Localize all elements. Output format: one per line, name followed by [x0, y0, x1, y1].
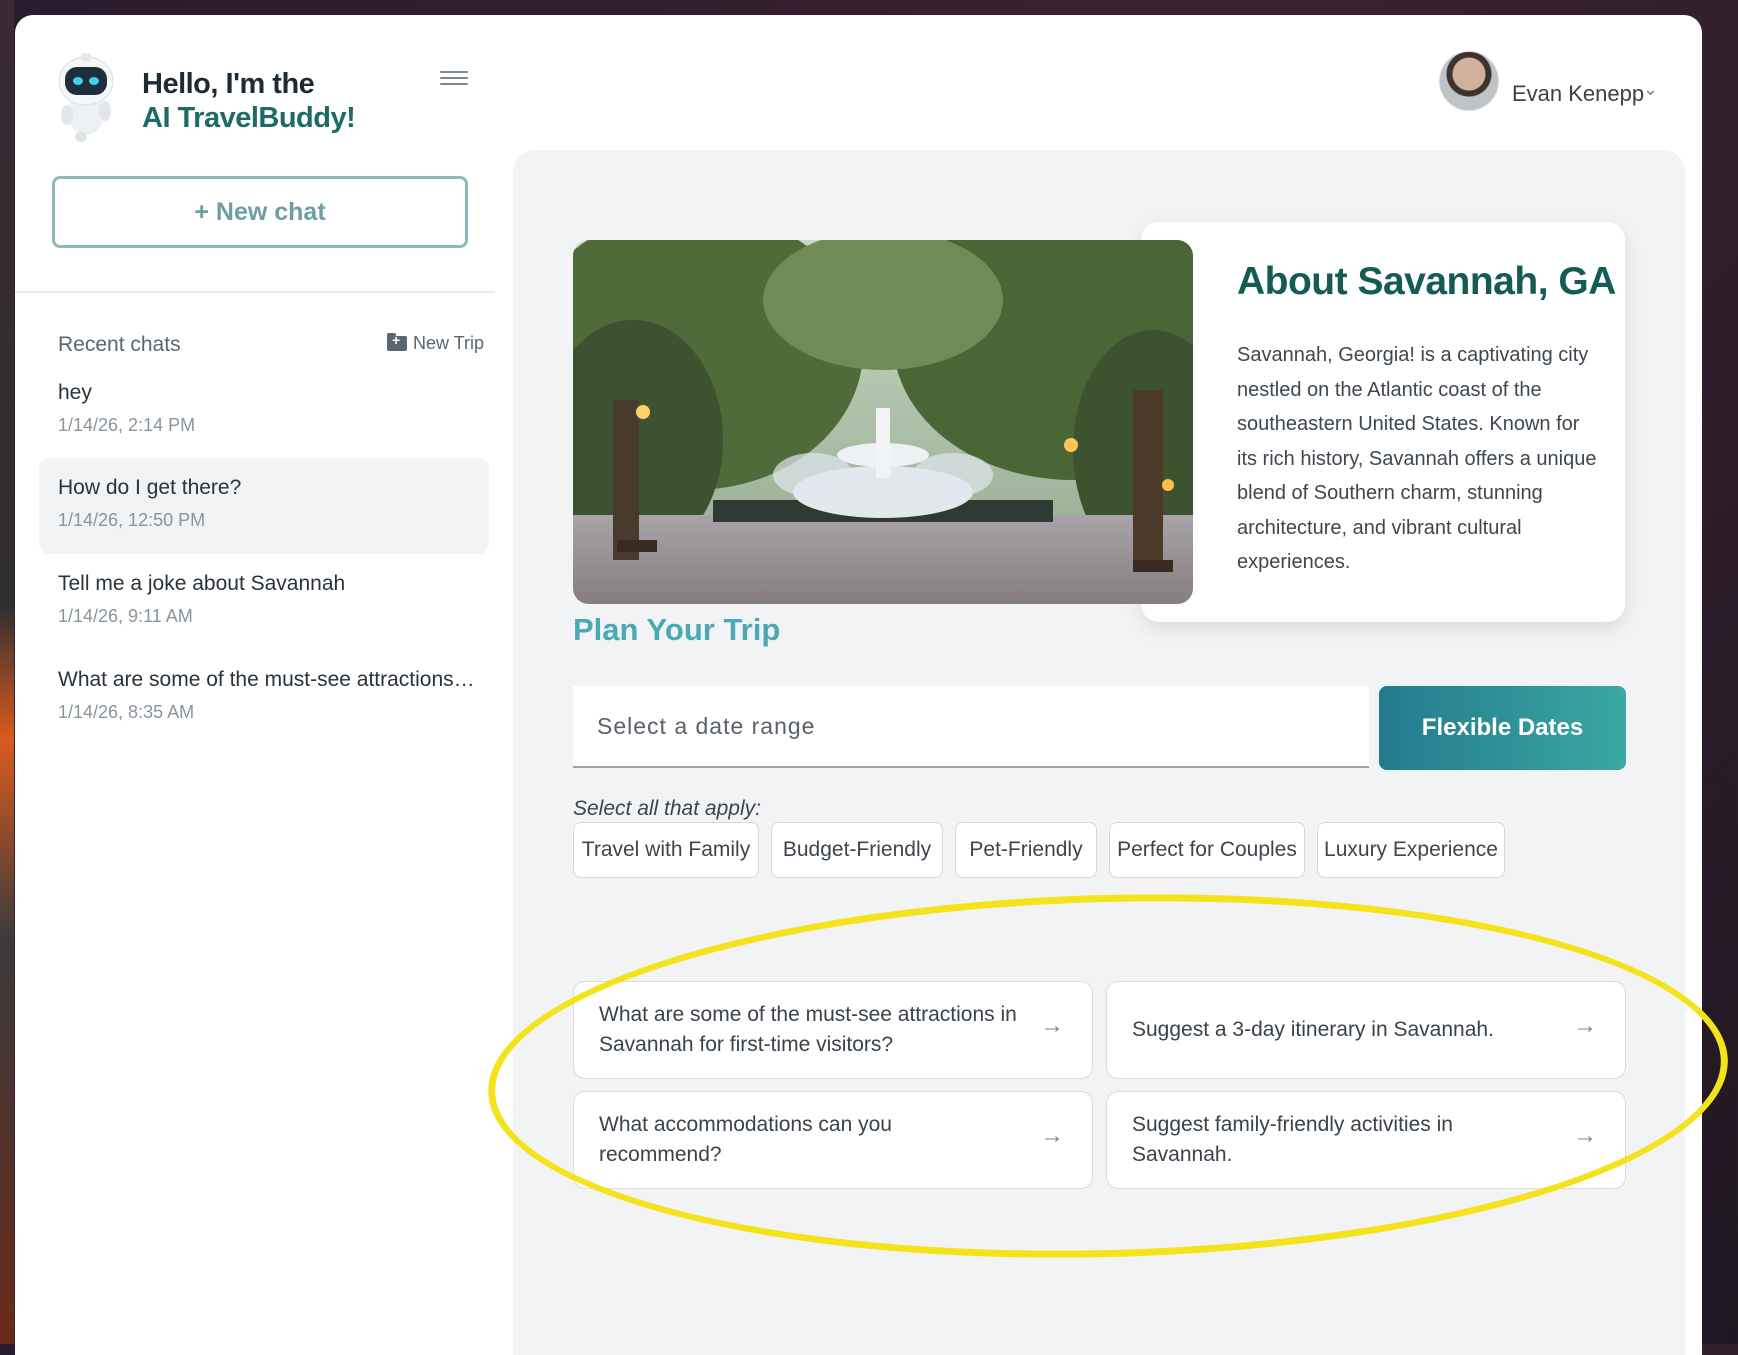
chevron-down-icon[interactable]: ⌄: [1643, 79, 1658, 100]
savannah-fountain-photo: [573, 240, 1193, 604]
chat-timestamp: 1/14/26, 8:35 AM: [58, 702, 195, 722]
sidebar: Hello, I'm the AI TravelBuddy! + New cha…: [15, 15, 495, 1355]
app-window: Hello, I'm the AI TravelBuddy! + New cha…: [15, 15, 1702, 1355]
chat-title: How do I get there?: [58, 476, 242, 499]
chat-timestamp: 1/14/26, 2:14 PM: [58, 415, 196, 435]
suggestion-text: What are some of the must-see attraction…: [599, 1003, 1017, 1056]
arrow-right-icon: →: [1040, 1122, 1064, 1149]
main-panel: About Savannah, GA Savannah, Georgia! is…: [513, 150, 1685, 1355]
user-name[interactable]: Evan Kenepp: [1512, 81, 1644, 107]
flexible-dates-button[interactable]: Flexible Dates: [1379, 686, 1626, 770]
suggestion-card[interactable]: Suggest family-friendly activities in Sa…: [1106, 1091, 1626, 1189]
suggestion-card[interactable]: What are some of the must-see attraction…: [573, 981, 1093, 1079]
arrow-right-icon: →: [1573, 1012, 1597, 1039]
suggestion-text: What accommodations can you recommend?: [599, 1113, 892, 1166]
new-trip-label: New Trip: [413, 333, 485, 353]
chip-luxury-experience[interactable]: Luxury Experience: [1317, 822, 1505, 878]
recent-chats-heading: Recent chats: [58, 333, 181, 356]
chip-budget-friendly[interactable]: Budget-Friendly: [771, 822, 943, 878]
recent-chat-item[interactable]: Tell me a joke about Savannah 1/14/26, 9…: [39, 554, 489, 650]
folder-plus-icon: [387, 332, 407, 351]
date-range-input[interactable]: [573, 686, 1369, 768]
recent-chat-item-active[interactable]: How do I get there? 1/14/26, 12:50 PM: [39, 458, 489, 554]
arrow-right-icon: →: [1040, 1012, 1064, 1039]
chat-timestamp: 1/14/26, 12:50 PM: [58, 510, 206, 530]
chat-title: Tell me a joke about Savannah: [58, 572, 346, 595]
chip-travel-with-family[interactable]: Travel with Family: [573, 822, 759, 878]
about-description: Savannah, Georgia! is a captivating city…: [1237, 344, 1597, 573]
avatar[interactable]: [1439, 51, 1499, 111]
chip-perfect-for-couples[interactable]: Perfect for Couples: [1109, 822, 1305, 878]
arrow-right-icon: →: [1573, 1122, 1597, 1149]
greeting-line-1: Hello, I'm the: [142, 68, 315, 100]
new-trip-button[interactable]: New Trip: [387, 332, 485, 354]
chat-title: hey: [58, 381, 92, 404]
greeting-line-2: AI TravelBuddy!: [142, 102, 356, 134]
chip-pet-friendly[interactable]: Pet-Friendly: [955, 822, 1097, 878]
sidebar-divider: [15, 291, 495, 293]
suggestion-text: Suggest family-friendly activities in Sa…: [1132, 1113, 1453, 1166]
plan-trip-heading: Plan Your Trip: [573, 612, 781, 647]
suggestion-card[interactable]: What accommodations can you recommend? →: [573, 1091, 1093, 1189]
robot-mascot-icon: [58, 53, 114, 142]
select-all-label: Select all that apply:: [573, 797, 761, 820]
desktop-background: [0, 0, 14, 1344]
hamburger-menu-icon[interactable]: [440, 67, 468, 89]
suggestion-text: Suggest a 3-day itinerary in Savannah.: [1132, 1018, 1494, 1041]
recent-chat-item[interactable]: What are some of the must-see attraction…: [39, 650, 489, 746]
suggestion-card[interactable]: Suggest a 3-day itinerary in Savannah. →: [1106, 981, 1626, 1079]
chat-timestamp: 1/14/26, 9:11 AM: [58, 606, 193, 626]
greeting: Hello, I'm the AI TravelBuddy!: [142, 67, 356, 135]
about-card: About Savannah, GA Savannah, Georgia! is…: [1141, 222, 1625, 622]
about-title: About Savannah, GA: [1237, 260, 1616, 303]
new-chat-button[interactable]: + New chat: [52, 176, 468, 248]
chat-title: What are some of the must-see attraction…: [58, 668, 478, 691]
recent-chat-item[interactable]: hey 1/14/26, 2:14 PM: [39, 363, 489, 459]
